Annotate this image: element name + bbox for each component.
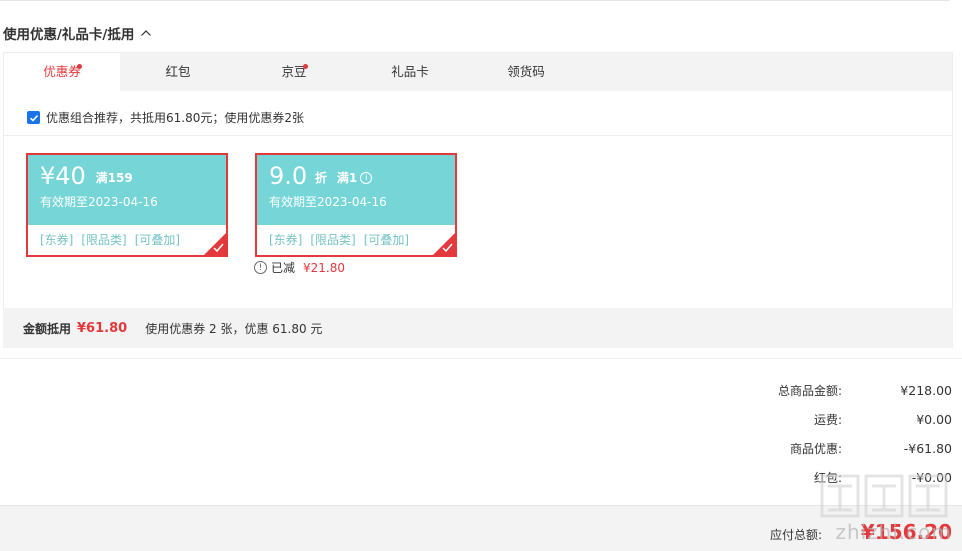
tab-label: 礼品卡: [391, 64, 429, 79]
coupon-condition: 满1: [336, 171, 358, 185]
selected-check-icon: [433, 233, 455, 255]
reduced-label: 已减: [271, 261, 296, 275]
coupon-condition: 满159: [95, 171, 133, 185]
summary-desc: 使用优惠券 2 张，优惠 61.80 元: [145, 321, 323, 336]
coupon-tag: [可叠加]: [134, 233, 181, 247]
tab-label: 优惠券: [43, 64, 81, 79]
selected-check-icon: [204, 233, 226, 255]
tab-red-packet[interactable]: 红包: [120, 53, 236, 91]
reduced-note: ! 已减 ¥21.80: [254, 259, 345, 276]
combo-text: 优惠组合推荐，共抵用61.80元；使用优惠券2张: [46, 111, 304, 125]
coupon-condition-wrap: 满1 i: [336, 169, 373, 186]
total-label: 运费:: [813, 413, 842, 427]
total-label: 商品优惠:: [789, 442, 842, 456]
info-icon[interactable]: i: [360, 171, 373, 184]
coupon-tag: [可叠加]: [363, 233, 410, 247]
total-value: -¥61.80: [903, 441, 952, 456]
section-title: 使用优惠/礼品卡/抵用: [3, 27, 135, 43]
notification-dot-icon: [303, 64, 308, 69]
combo-recommendation[interactable]: 优惠组合推荐，共抵用61.80元；使用优惠券2张: [27, 109, 304, 126]
coupon-unit: 折: [315, 171, 328, 185]
coupon-amount: 9.0: [269, 162, 308, 190]
total-row: 总商品金额: ¥218.00: [712, 380, 952, 409]
checkmark-icon: [29, 114, 38, 122]
total-row: 运费: ¥0.00: [712, 409, 952, 438]
tab-jingdou[interactable]: 京豆: [236, 53, 352, 91]
watermark-text: zhizhi.com: [835, 520, 952, 544]
coupon-tags: [东券] [限品类] [可叠加]: [40, 231, 180, 248]
total-value: ¥218.00: [900, 383, 952, 398]
coupon-validity: 有效期至2023-04-16: [269, 195, 387, 209]
divider: [4, 135, 952, 136]
summary-label: 金额抵用: [23, 321, 72, 336]
tab-label: 红包: [165, 64, 191, 79]
exclamation-icon[interactable]: !: [254, 261, 267, 274]
summary-value: ¥61.80: [77, 320, 128, 336]
tab-gift-card[interactable]: 礼品卡: [352, 53, 468, 91]
combo-checkbox[interactable]: [27, 111, 40, 124]
chevron-up-icon[interactable]: [140, 27, 152, 39]
section-header[interactable]: 使用优惠/礼品卡/抵用: [3, 23, 152, 43]
coupon-tag: [东券]: [269, 233, 303, 247]
tab-coupons[interactable]: 优惠券: [4, 53, 120, 91]
top-divider: [0, 0, 950, 2]
coupon-amount: ¥40: [40, 162, 86, 190]
coupon-head: ¥40 满159 有效期至2023-04-16: [28, 155, 226, 225]
discount-tabs: 优惠券 红包 京豆 礼品卡 领货码: [4, 53, 952, 91]
coupon-tag: [限品类]: [310, 233, 356, 247]
discount-panel: 优惠券 红包 京豆 礼品卡 领货码 优惠组合推荐，共抵用61.80元；使用优惠券…: [3, 52, 953, 348]
coupon-card[interactable]: ¥40 满159 有效期至2023-04-16 [东券] [限品类] [可叠加]: [26, 153, 228, 257]
coupon-tags: [东券] [限品类] [可叠加]: [269, 231, 409, 248]
coupon-tag: [东券]: [40, 233, 74, 247]
notification-dot-icon: [77, 64, 82, 69]
reduced-amount: ¥21.80: [303, 260, 346, 275]
coupon-head: 9.0 折 满1 i 有效期至2023-04-16: [257, 155, 455, 225]
discount-summary: 金额抵用 ¥61.80 使用优惠券 2 张，优惠 61.80 元: [3, 308, 953, 348]
coupon-card[interactable]: 9.0 折 满1 i 有效期至2023-04-16 [东券] [限品类] [可叠…: [255, 153, 457, 257]
total-label: 总商品金额:: [777, 384, 842, 398]
coupon-tag: [限品类]: [81, 233, 127, 247]
total-row: 商品优惠: -¥61.80: [712, 438, 952, 467]
tab-label: 领货码: [507, 64, 545, 79]
total-value: ¥0.00: [916, 412, 952, 427]
tab-pickup-code[interactable]: 领货码: [468, 53, 584, 91]
coupon-validity: 有效期至2023-04-16: [40, 195, 158, 209]
divider: [0, 358, 962, 359]
